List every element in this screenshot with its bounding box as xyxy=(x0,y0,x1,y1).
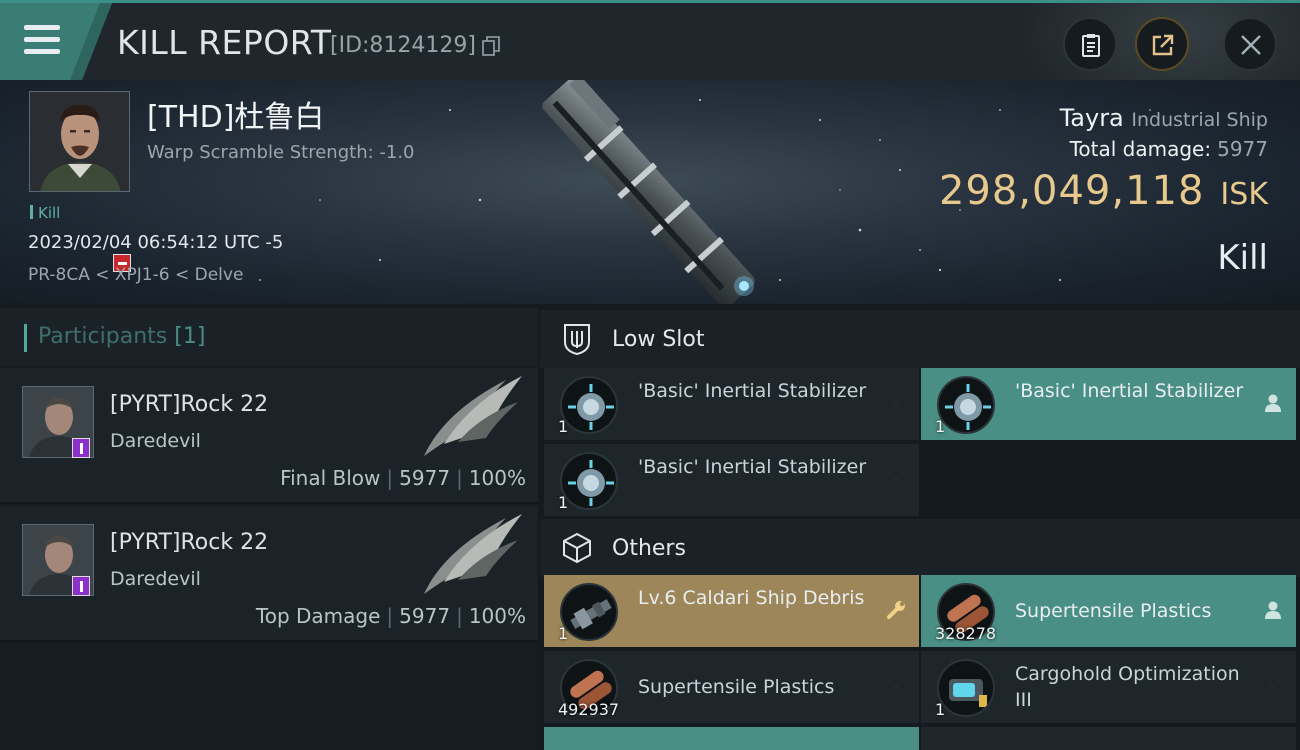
participant-row[interactable]: [PYRT]Rock 22 Daredevil Final Blow | 5977 |… xyxy=(0,368,538,504)
participant-damage: 5977 xyxy=(399,466,451,490)
participant-percent: 100% xyxy=(468,604,526,628)
total-damage-label: Total damage: xyxy=(1069,137,1212,161)
item-name: Supertensile Plastics xyxy=(638,676,835,698)
participant-damage: 5977 xyxy=(399,604,451,628)
victim-portrait[interactable] xyxy=(29,91,130,192)
item-other-4[interactable]: 1 Cargohold Optimization III xyxy=(921,651,1296,723)
item-quantity: 1 xyxy=(558,417,569,436)
corp-badge xyxy=(72,438,90,458)
item-other-3[interactable]: 492937 Supertensile Plastics xyxy=(544,651,919,723)
isk-value: 298,049,118 ISK xyxy=(939,168,1268,214)
destroyed-icon xyxy=(885,392,907,414)
low-slot-header: Low Slot xyxy=(540,310,1300,368)
destroyed-icon xyxy=(885,468,907,490)
ship-class: Industrial Ship xyxy=(1131,109,1268,131)
item-name: Lv.6 Caldari Ship Debris xyxy=(638,587,865,609)
victim-ship[interactable]: Tayra Industrial Ship xyxy=(1060,104,1268,132)
participant-row[interactable]: [PYRT]Rock 22 Daredevil Top Damage | 5977 |… xyxy=(0,506,538,642)
participant-role: Top Damage xyxy=(255,604,381,628)
item-quantity: 1 xyxy=(935,417,946,436)
victim-ship-image[interactable] xyxy=(520,80,780,304)
participant-ship-image[interactable] xyxy=(414,510,530,602)
dropped-person-icon xyxy=(1265,394,1281,412)
participant-ship-image[interactable] xyxy=(414,372,530,464)
participant-ship: Daredevil xyxy=(110,568,201,590)
participant-stats: Final Blow | 5977 | 100% xyxy=(280,466,526,490)
ship-debris-icon xyxy=(560,583,618,641)
cargohold-optimization-icon xyxy=(937,659,995,717)
copy-icon[interactable] xyxy=(482,36,500,56)
ship-name: Tayra xyxy=(1059,104,1124,132)
item-other-1[interactable]: 1 Lv.6 Caldari Ship Debris xyxy=(544,575,919,647)
participants-title-text: Participants xyxy=(38,324,168,349)
item-low-slot-1[interactable]: 1 'Basic' Inertial Stabilizer xyxy=(544,368,919,440)
report-button[interactable] xyxy=(1063,17,1117,71)
participant-percent: 100% xyxy=(468,466,526,490)
inertial-stabilizer-icon xyxy=(560,376,618,434)
item-name: Supertensile Plastics xyxy=(1015,600,1212,622)
kill-location[interactable]: PR-8CA < XPJ1-6 < Delve xyxy=(28,265,243,285)
inertial-stabilizer-icon xyxy=(560,452,618,510)
kill-datetime: 2023/02/04 06:54:12 UTC -5 xyxy=(28,232,284,253)
participants-panel: Participants [1] [PYRT]Rock 22 Daredevil… xyxy=(0,308,538,750)
item-quantity: 1 xyxy=(935,700,946,719)
others-title: Others xyxy=(612,536,686,561)
item-low-slot-3[interactable]: 1 'Basic' Inertial Stabilizer xyxy=(544,444,919,516)
menu-button[interactable] xyxy=(0,3,112,80)
participant-ship: Daredevil xyxy=(110,430,201,452)
wrench-icon xyxy=(887,601,905,619)
low-slot-icon xyxy=(564,324,590,356)
participant-name[interactable]: [PYRT]Rock 22 xyxy=(110,530,268,555)
item-name: 'Basic' Inertial Stabilizer xyxy=(1015,380,1244,402)
isk-unit: ISK xyxy=(1220,177,1268,212)
hamburger-icon xyxy=(24,25,60,55)
item-other-6-partial[interactable] xyxy=(921,727,1296,750)
destroyed-icon xyxy=(1262,675,1284,697)
participant-name[interactable]: [PYRT]Rock 22 xyxy=(110,392,268,417)
close-button[interactable] xyxy=(1223,17,1277,71)
participant-role: Final Blow xyxy=(280,466,381,490)
share-button[interactable] xyxy=(1135,17,1189,71)
participants-count: [1] xyxy=(174,324,206,349)
kill-tag: Kill xyxy=(30,204,60,222)
item-name: 'Basic' Inertial Stabilizer xyxy=(638,456,867,478)
total-damage: Total damage: 5977 xyxy=(1070,137,1268,161)
item-other-2[interactable]: 328278 Supertensile Plastics xyxy=(921,575,1296,647)
clipboard-icon xyxy=(1082,34,1100,57)
fitting-panel: Low Slot 1 'Basic' Inertial Stabilizer 1… xyxy=(540,308,1300,750)
participants-title: Participants [1] xyxy=(38,324,205,349)
item-name: Cargohold Optimization III xyxy=(1015,663,1240,711)
result-label: Kill xyxy=(1217,238,1268,278)
isk-amount: 298,049,118 xyxy=(938,168,1205,214)
destroyed-icon xyxy=(885,675,907,697)
item-quantity: 1 xyxy=(558,624,569,643)
victim-name[interactable]: [THD]杜鲁白 xyxy=(147,92,324,136)
item-low-slot-2[interactable]: 1 'Basic' Inertial Stabilizer xyxy=(921,368,1296,440)
item-other-5-partial[interactable] xyxy=(544,727,919,750)
warp-scramble-strength: Warp Scramble Strength: -1.0 xyxy=(147,142,415,163)
dropped-person-icon xyxy=(1265,601,1281,619)
share-icon xyxy=(1152,34,1174,56)
kill-tag-label: Kill xyxy=(38,204,61,222)
item-quantity: 328278 xyxy=(935,624,997,643)
cube-icon xyxy=(563,532,591,564)
item-quantity: 1 xyxy=(558,493,569,512)
corp-badge xyxy=(72,576,90,596)
inertial-stabilizer-icon xyxy=(937,376,995,434)
victim-banner: [THD]杜鲁白 Warp Scramble Strength: -1.0 Ki… xyxy=(0,80,1300,304)
participants-header: Participants [1] xyxy=(0,308,538,366)
participant-stats: Top Damage | 5977 | 100% xyxy=(255,604,526,628)
others-header: Others xyxy=(540,519,1300,577)
item-name: 'Basic' Inertial Stabilizer xyxy=(638,380,867,402)
total-damage-value: 5977 xyxy=(1217,137,1268,161)
close-icon xyxy=(1241,35,1261,55)
low-slot-title: Low Slot xyxy=(612,327,705,352)
item-quantity: 492937 xyxy=(558,700,620,719)
page-title: KILL REPORT xyxy=(117,23,332,62)
title-bar: KILL REPORT [ID:8124129] xyxy=(0,0,1300,80)
report-id: [ID:8124129] xyxy=(330,33,476,58)
